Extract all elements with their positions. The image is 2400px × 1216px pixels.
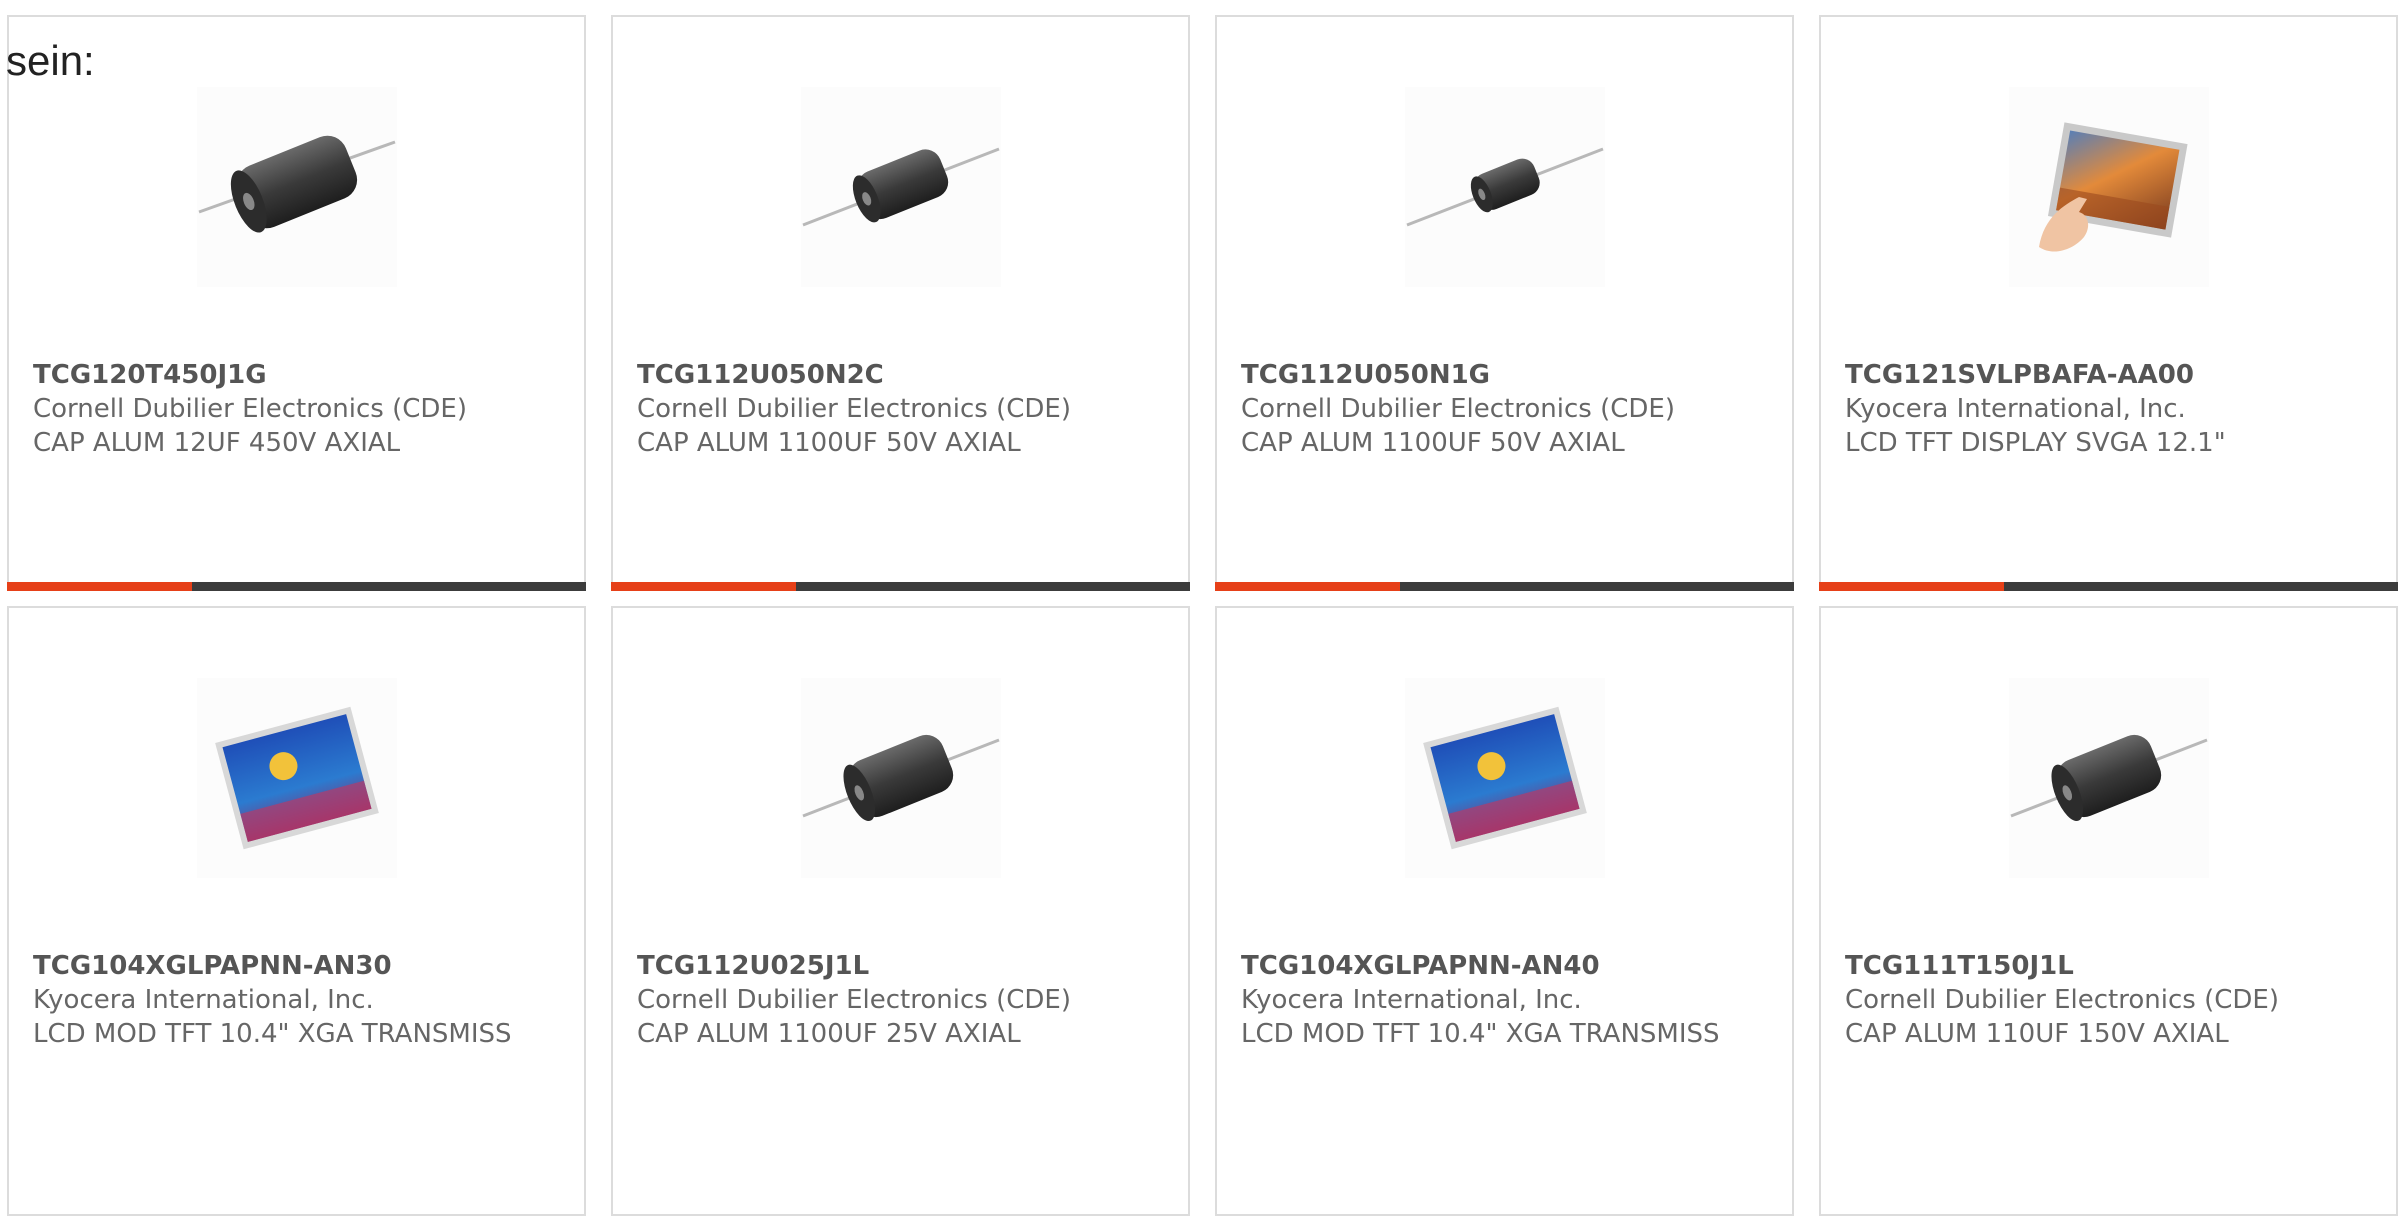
description: CAP ALUM 12UF 450V AXIAL	[33, 428, 401, 458]
product-card[interactable]: TCG112U050N2C Cornell Dubilier Electroni…	[611, 15, 1190, 591]
card-accent-bar	[1215, 582, 1794, 591]
product-card[interactable]: TCG104XGLPAPNN-AN40 Kyocera Internationa…	[1215, 606, 1794, 1216]
capacitor-image[interactable]	[800, 678, 1001, 878]
description: CAP ALUM 110UF 150V AXIAL	[1845, 1019, 2229, 1049]
lcd-module-image[interactable]	[196, 678, 397, 878]
part-number-link[interactable]: TCG104XGLPAPNN-AN40	[1241, 951, 1772, 981]
touch-display-image[interactable]	[2008, 87, 2209, 287]
product-card[interactable]: TCG104XGLPAPNN-AN30 Kyocera Internationa…	[7, 606, 586, 1216]
part-number-link[interactable]: TCG112U025J1L	[637, 951, 1168, 981]
product-card[interactable]: TCG121SVLPBAFA-AA00 Kyocera Internationa…	[1819, 15, 2398, 591]
intro-text: sein:	[6, 37, 95, 84]
manufacturer: Cornell Dubilier Electronics (CDE)	[637, 985, 1071, 1015]
part-number-link[interactable]: TCG104XGLPAPNN-AN30	[33, 951, 564, 981]
part-number-link[interactable]: TCG120T450J1G	[33, 360, 564, 390]
manufacturer: Cornell Dubilier Electronics (CDE)	[637, 394, 1071, 424]
product-card[interactable]: TCG112U025J1L Cornell Dubilier Electroni…	[611, 606, 1190, 1216]
lcd-module-image[interactable]	[1404, 678, 1605, 878]
manufacturer: Kyocera International, Inc.	[33, 985, 374, 1015]
description: CAP ALUM 1100UF 25V AXIAL	[637, 1019, 1021, 1049]
part-number-link[interactable]: TCG112U050N1G	[1241, 360, 1772, 390]
manufacturer: Kyocera International, Inc.	[1241, 985, 1582, 1015]
product-card[interactable]: TCG112U050N1G Cornell Dubilier Electroni…	[1215, 15, 1794, 591]
product-card[interactable]: TCG120T450J1G Cornell Dubilier Electroni…	[7, 15, 586, 591]
manufacturer: Cornell Dubilier Electronics (CDE)	[1845, 985, 2279, 1015]
manufacturer: Kyocera International, Inc.	[1845, 394, 2186, 424]
capacitor-image[interactable]	[2008, 678, 2209, 878]
description: LCD TFT DISPLAY SVGA 12.1"	[1845, 428, 2226, 458]
description: LCD MOD TFT 10.4" XGA TRANSMISS	[33, 1019, 512, 1049]
capacitor-image[interactable]	[196, 87, 397, 287]
part-number-link[interactable]: TCG111T150J1L	[1845, 951, 2376, 981]
product-card[interactable]: TCG111T150J1L Cornell Dubilier Electroni…	[1819, 606, 2398, 1216]
description: LCD MOD TFT 10.4" XGA TRANSMISS	[1241, 1019, 1720, 1049]
manufacturer: Cornell Dubilier Electronics (CDE)	[33, 394, 467, 424]
part-number-link[interactable]: TCG112U050N2C	[637, 360, 1168, 390]
capacitor-image[interactable]	[1404, 87, 1605, 287]
description: CAP ALUM 1100UF 50V AXIAL	[637, 428, 1021, 458]
card-accent-bar	[7, 582, 586, 591]
description: CAP ALUM 1100UF 50V AXIAL	[1241, 428, 1625, 458]
product-grid-row-1: TCG120T450J1G Cornell Dubilier Electroni…	[7, 15, 2398, 591]
card-accent-bar	[1819, 582, 2398, 591]
capacitor-image[interactable]	[800, 87, 1001, 287]
card-accent-bar	[611, 582, 1190, 591]
part-number-link[interactable]: TCG121SVLPBAFA-AA00	[1845, 360, 2376, 390]
manufacturer: Cornell Dubilier Electronics (CDE)	[1241, 394, 1675, 424]
product-grid-row-2: TCG104XGLPAPNN-AN30 Kyocera Internationa…	[7, 606, 2398, 1216]
